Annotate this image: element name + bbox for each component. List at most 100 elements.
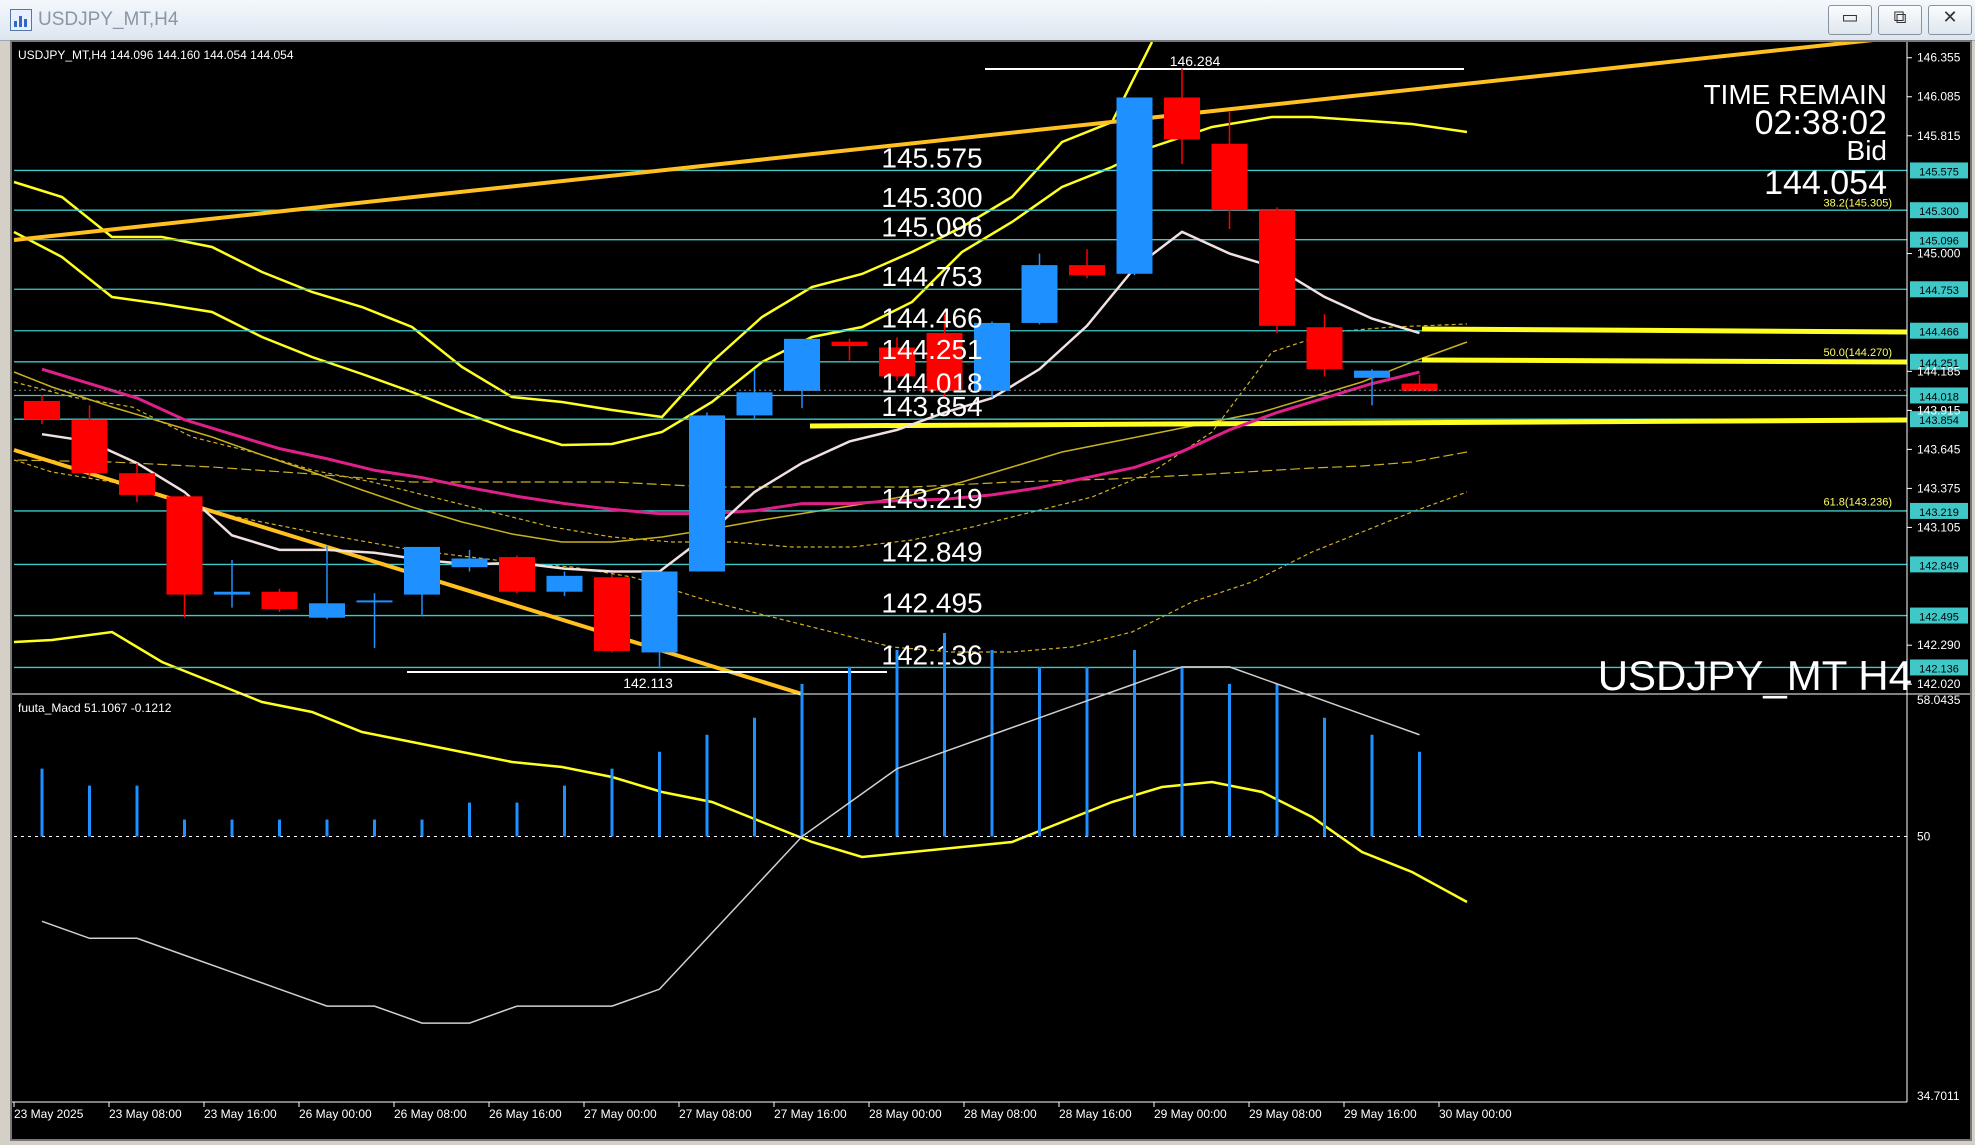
level-label: 145.300 [881, 182, 982, 213]
window-title: USDJPY_MT,H4 [38, 9, 179, 30]
candle-body [1069, 265, 1105, 276]
macd-axis-label: 34.7011 [1917, 1089, 1960, 1103]
time-tick-label: 27 May 08:00 [679, 1107, 752, 1121]
restore-button[interactable]: ⧉ [1878, 5, 1922, 35]
level-label: 143.219 [881, 483, 982, 514]
time-tick-label: 23 May 2025 [14, 1107, 84, 1121]
price-tick-label: 144.185 [1917, 364, 1961, 378]
candle-body [71, 419, 108, 474]
price-axis-level-text: 145.300 [1919, 206, 1959, 218]
ma-fast-line [41, 230, 1420, 573]
time-tick-label: 28 May 16:00 [1059, 1107, 1132, 1121]
price-axis-level-text: 144.466 [1919, 327, 1959, 339]
candle-body [404, 546, 440, 595]
low-label: 142.113 [623, 675, 673, 691]
macd-panel: 58.0435 50 34.7011 [12, 633, 1970, 1103]
time-tick-label: 29 May 16:00 [1344, 1107, 1417, 1121]
price-axis-level-text: 142.849 [1919, 560, 1959, 572]
level-label: 144.251 [881, 334, 982, 365]
price-tick-label: 146.085 [1917, 90, 1961, 104]
candle-body [831, 341, 868, 347]
candle-body [1401, 383, 1438, 391]
restore-icon: ⧉ [1893, 7, 1907, 28]
level-label: 144.466 [881, 303, 982, 334]
candle-body [309, 603, 345, 618]
candle-body [119, 473, 155, 495]
candle-body [1354, 370, 1390, 378]
price-axis-level-text: 144.753 [1919, 285, 1959, 297]
candle-body [594, 577, 630, 651]
level-label: 142.849 [881, 536, 982, 567]
candle-body [784, 338, 820, 391]
close-button[interactable]: ✕ [1928, 5, 1972, 35]
fib-label: 61.8(143.236) [1824, 496, 1893, 508]
bid-value: 144.054 [1764, 164, 1887, 202]
yellow-level-144466[interactable] [1421, 326, 1908, 335]
price-axis-level-text: 142.136 [1919, 663, 1959, 675]
time-tick-label: 29 May 08:00 [1249, 1107, 1322, 1121]
price-tick-label: 145.815 [1917, 129, 1961, 143]
price-tick-label: 143.105 [1917, 520, 1961, 534]
candle-body [1164, 97, 1200, 140]
candle-body [546, 575, 583, 592]
candle-body [641, 571, 678, 653]
price-tick-label: 143.645 [1917, 442, 1961, 456]
symbol-watermark: USDJPY_MT H4 [1598, 652, 1912, 699]
candle-body [1306, 327, 1343, 370]
candle-body [689, 415, 725, 572]
candle-body [736, 392, 773, 416]
chart-window-icon [10, 9, 32, 31]
close-icon: ✕ [1942, 7, 1958, 28]
time-axis: 23 May 2025 23 May 08:00 23 May 16:00 26 Ma… [12, 1101, 1907, 1121]
time-tick-label: 27 May 16:00 [774, 1107, 847, 1121]
macd-axis-label: 50 [1917, 830, 1931, 844]
candle-body [261, 591, 298, 610]
candle-body [1021, 265, 1058, 323]
level-label: 145.096 [881, 212, 982, 243]
chart-frame[interactable]: 145.575 145.300 145.096 144.753 144.466 144.2… [10, 40, 1972, 1141]
time-tick-label: 23 May 08:00 [109, 1107, 182, 1121]
time-tick-label: 28 May 00:00 [869, 1107, 942, 1121]
level-label: 143.854 [881, 391, 982, 422]
candle-body [1116, 97, 1153, 274]
window-titlebar[interactable]: USDJPY_MT,H4 ▭ ⧉ ✕ [0, 0, 1975, 41]
price-tick-label: 143.375 [1917, 481, 1961, 495]
price-tick-label: 143.915 [1917, 403, 1961, 417]
level-label: 142.495 [881, 588, 982, 619]
candle-body [356, 600, 393, 603]
macd-signal-line [41, 666, 1420, 1024]
price-tick-label: 145.000 [1917, 247, 1961, 261]
price-tick-label: 146.355 [1917, 51, 1961, 65]
macd-label: fuuta_Macd 51.1067 -0.1212 [18, 701, 172, 715]
bid-label: Bid [1847, 135, 1887, 166]
yellow-level-144251[interactable] [1421, 357, 1908, 365]
macd-axis-label: 58.0435 [1917, 693, 1961, 707]
time-tick-label: 29 May 00:00 [1154, 1107, 1227, 1121]
price-axis: 145.575145.300145.096144.753144.466144.2… [14, 42, 1968, 1102]
chart-header: USDJPY_MT,H4 144.096 144.160 144.054 144… [18, 48, 294, 62]
minimize-icon: ▭ [1841, 7, 1859, 28]
candle-body [166, 496, 203, 595]
minimize-button[interactable]: ▭ [1828, 5, 1872, 35]
price-axis-level-text: 143.219 [1919, 507, 1959, 519]
price-chart-svg[interactable]: 145.575145.300145.096144.753144.466144.2… [12, 42, 1970, 1139]
level-label: 145.575 [881, 142, 982, 173]
time-tick-label: 30 May 00:00 [1439, 1107, 1512, 1121]
price-axis-level-text: 144.018 [1919, 391, 1959, 403]
time-tick-label: 26 May 08:00 [394, 1107, 467, 1121]
price-tick-label: 142.290 [1917, 638, 1961, 652]
moving-averages [41, 230, 1420, 573]
candle-body [214, 591, 250, 595]
ma-slow-line [41, 367, 1420, 516]
candle-body [451, 558, 488, 568]
level-label: 144.753 [881, 261, 982, 292]
time-tick-label: 28 May 08:00 [964, 1107, 1037, 1121]
candle-body [499, 557, 535, 592]
candle-body [1259, 210, 1295, 326]
candle-body [24, 400, 60, 420]
high-label: 146.284 [1170, 53, 1221, 69]
time-tick-label: 23 May 16:00 [204, 1107, 277, 1121]
time-tick-label: 26 May 16:00 [489, 1107, 562, 1121]
price-axis-level-text: 145.575 [1919, 166, 1959, 178]
fib-label: 50.0(144.270) [1824, 347, 1893, 359]
